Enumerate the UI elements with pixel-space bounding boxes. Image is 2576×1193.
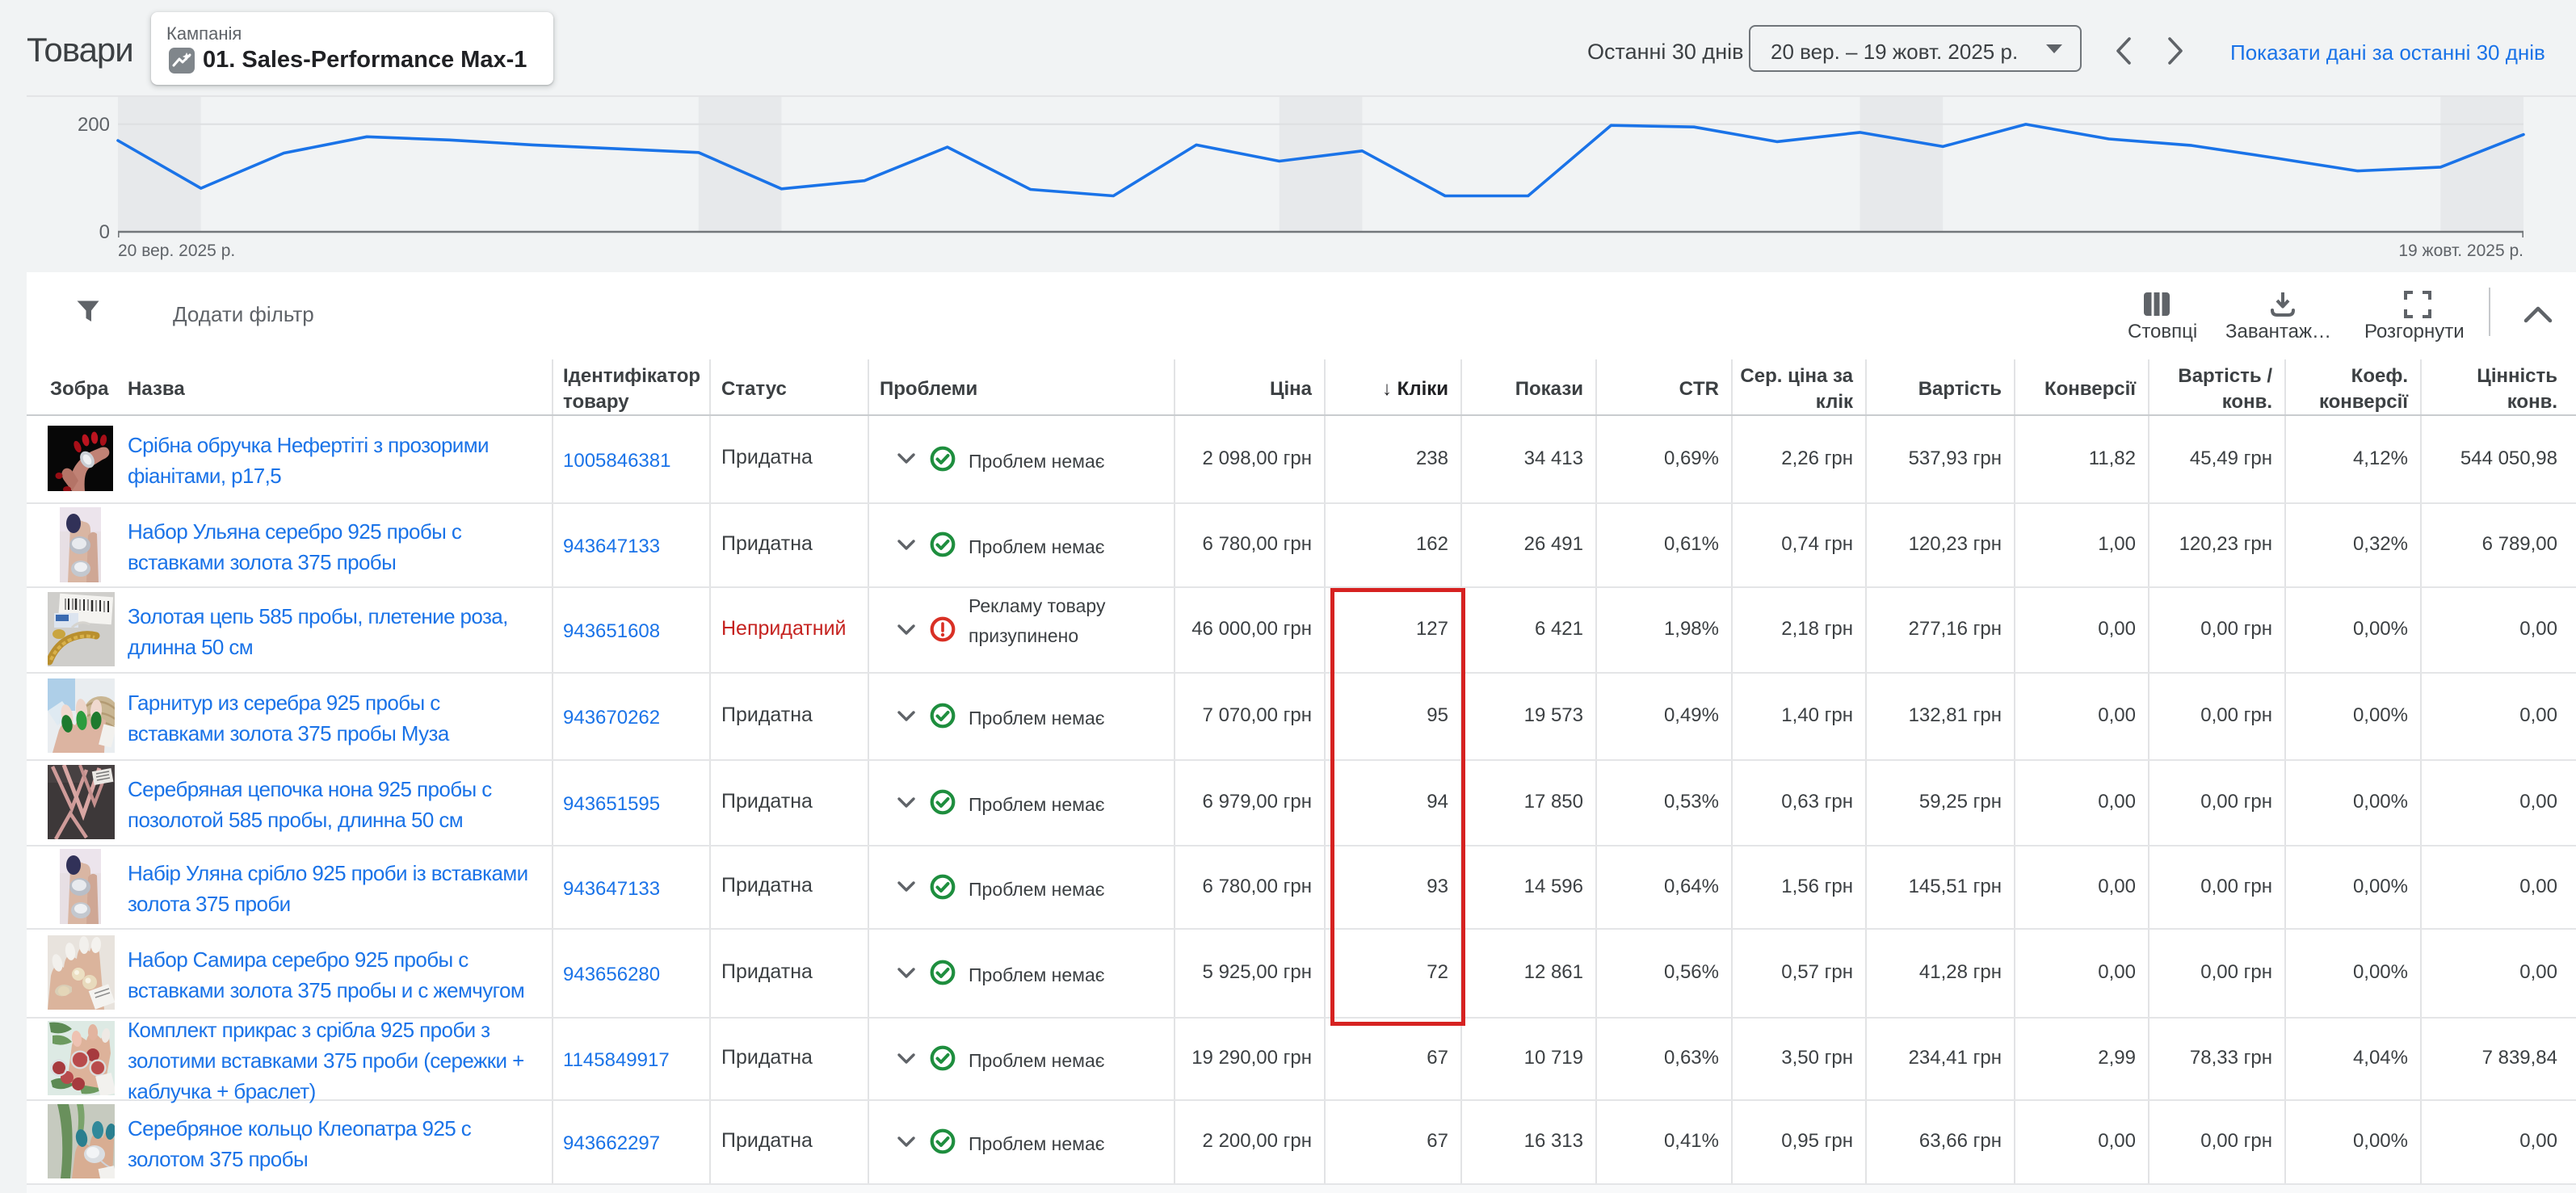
svg-text:0: 0 — [99, 221, 110, 243]
svg-text:20 вер. 2025 р.: 20 вер. 2025 р. — [118, 242, 235, 260]
svg-text:200: 200 — [78, 114, 110, 136]
svg-text:19 жовт. 2025 р.: 19 жовт. 2025 р. — [2398, 242, 2523, 260]
